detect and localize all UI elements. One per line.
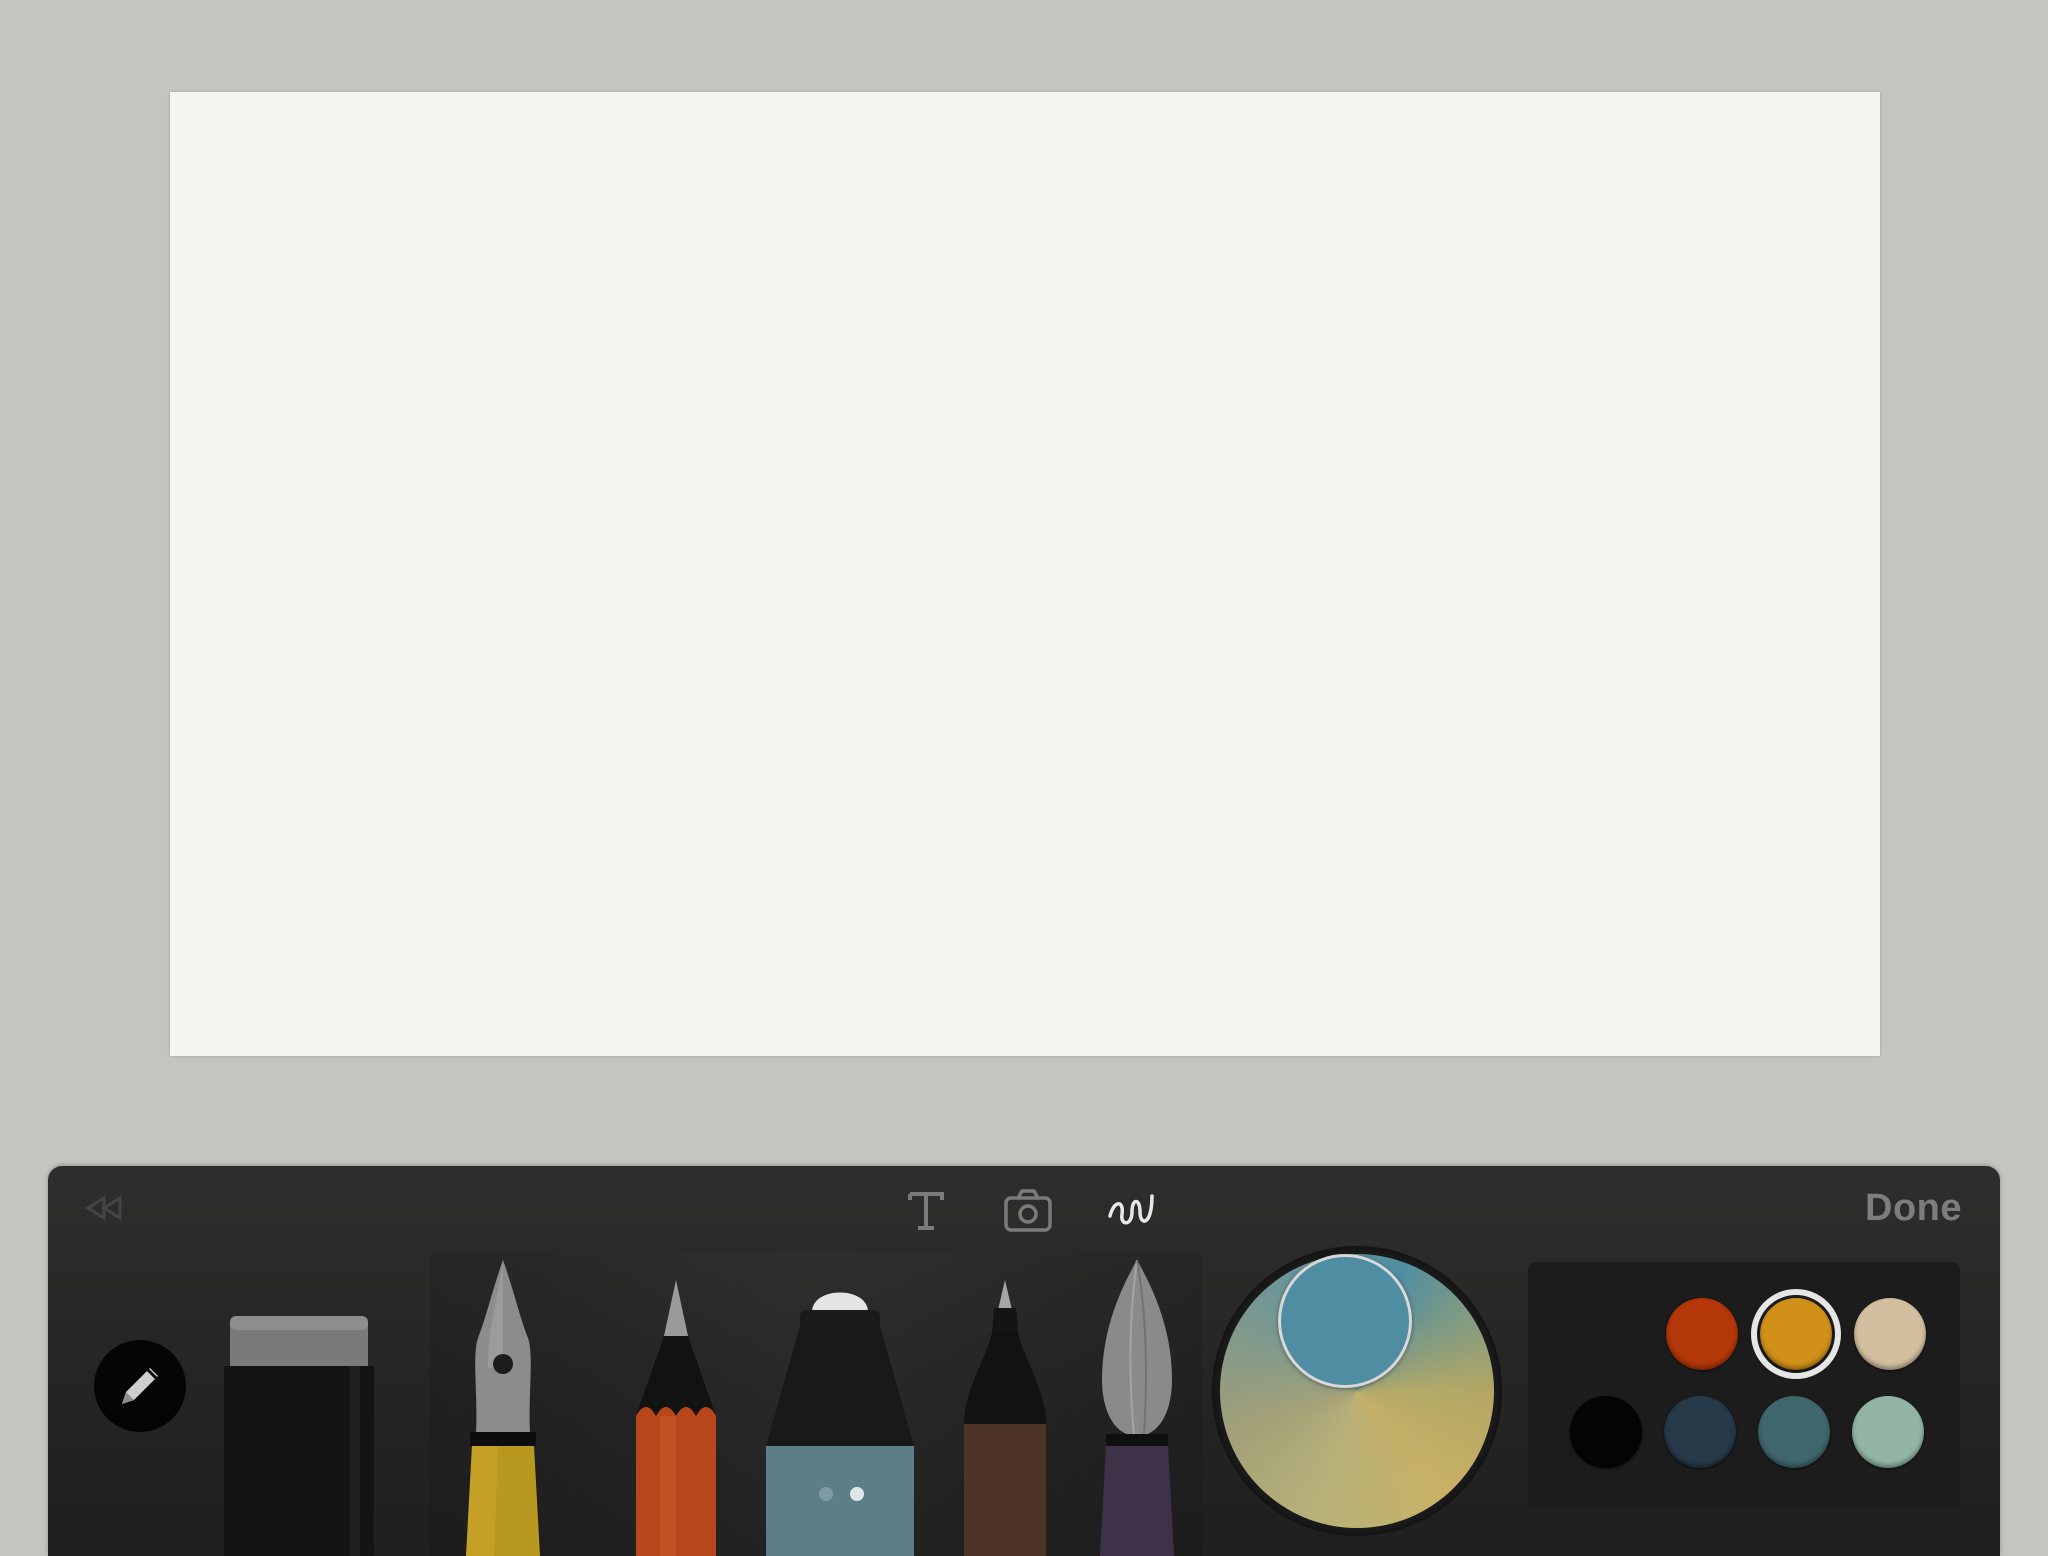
watercolor-brush-tool[interactable] bbox=[1094, 1260, 1180, 1556]
color-swatch[interactable] bbox=[1758, 1396, 1830, 1468]
squiggle-icon[interactable] bbox=[1106, 1186, 1158, 1234]
fineliner-tool[interactable] bbox=[958, 1280, 1052, 1556]
text-tool-icon[interactable] bbox=[900, 1186, 952, 1234]
color-swatch[interactable] bbox=[1664, 1396, 1736, 1468]
color-swatch[interactable] bbox=[1854, 1298, 1926, 1370]
drawing-canvas[interactable] bbox=[170, 92, 1880, 1056]
eraser-tool[interactable] bbox=[224, 1314, 374, 1556]
color-swatch[interactable] bbox=[1570, 1396, 1642, 1468]
tools-tray: Done bbox=[48, 1166, 2000, 1556]
color-swatch[interactable] bbox=[1751, 1289, 1841, 1379]
pencil-tool[interactable] bbox=[632, 1280, 720, 1556]
camera-icon[interactable] bbox=[1002, 1186, 1054, 1234]
color-palette bbox=[1528, 1262, 1960, 1508]
current-color-indicator[interactable] bbox=[1278, 1254, 1412, 1388]
edit-pencil-button[interactable] bbox=[94, 1340, 186, 1432]
fountain-pen-tool[interactable] bbox=[458, 1258, 548, 1556]
color-swatch[interactable] bbox=[1852, 1396, 1924, 1468]
color-swatch[interactable] bbox=[1666, 1298, 1738, 1370]
rewind-icon[interactable] bbox=[82, 1188, 128, 1228]
done-button[interactable]: Done bbox=[1865, 1176, 1962, 1240]
marker-tool[interactable] bbox=[764, 1278, 916, 1556]
